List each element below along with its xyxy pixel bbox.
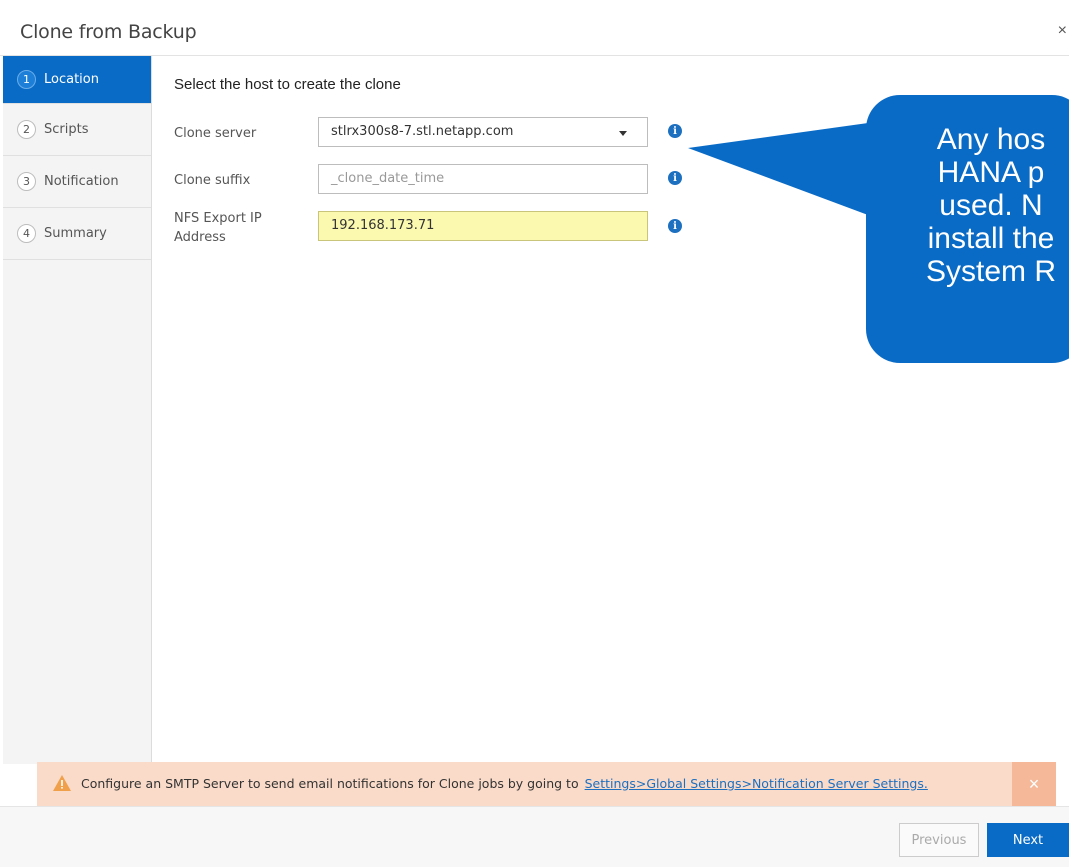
warning-text: Configure an SMTP Server to send email n… — [81, 776, 579, 791]
callout-text: Any hos HANA p used. N install the Syste… — [925, 123, 1057, 288]
step-notification[interactable]: 3 Notification — [3, 156, 151, 208]
callout-bubble: Any hos HANA p used. N install the Syste… — [866, 95, 1069, 363]
smtp-warning-banner: Configure an SMTP Server to send email n… — [37, 762, 1056, 806]
step-number: 2 — [17, 120, 36, 139]
clone-server-select[interactable]: stlrx300s8-7.stl.netapp.com — [318, 117, 648, 147]
info-icon[interactable]: i — [668, 219, 682, 233]
step-scripts[interactable]: 2 Scripts — [3, 104, 151, 156]
warning-message: Configure an SMTP Server to send email n… — [81, 776, 928, 791]
clone-suffix-label: Clone suffix — [174, 173, 251, 188]
step-label: Summary — [44, 226, 107, 241]
previous-button[interactable]: Previous — [899, 823, 979, 857]
callout-pointer — [688, 123, 868, 215]
step-label: Scripts — [44, 122, 89, 137]
clone-dialog: Clone from Backup × 1 Location 2 Scripts… — [0, 0, 1069, 867]
notification-settings-link[interactable]: Settings>Global Settings>Notification Se… — [585, 776, 928, 791]
clone-suffix-input[interactable]: _clone_date_time — [318, 164, 648, 194]
dialog-title: Clone from Backup — [20, 21, 197, 43]
nfs-export-label: NFS Export IP Address — [174, 211, 262, 245]
step-number: 4 — [17, 224, 36, 243]
step-location[interactable]: 1 Location — [3, 56, 151, 104]
clone-server-value: stlrx300s8-7.stl.netapp.com — [331, 124, 514, 139]
nfs-export-ip-input[interactable]: 192.168.173.71 — [318, 211, 648, 241]
info-icon[interactable]: i — [668, 171, 682, 185]
step-label: Location — [44, 72, 99, 87]
step-label: Notification — [44, 174, 119, 189]
step-number: 1 — [17, 70, 36, 89]
dialog-title-bar: Clone from Backup × — [0, 10, 1069, 56]
close-icon[interactable]: × — [1058, 22, 1067, 40]
warning-icon — [53, 775, 71, 791]
step-number: 3 — [17, 172, 36, 191]
step-summary[interactable]: 4 Summary — [3, 208, 151, 260]
section-heading: Select the host to create the clone — [174, 76, 401, 93]
warning-close-icon[interactable]: × — [1012, 762, 1056, 806]
info-icon[interactable]: i — [668, 124, 682, 138]
chevron-down-icon — [619, 131, 627, 136]
wizard-steps: 1 Location 2 Scripts 3 Notification 4 Su… — [3, 56, 152, 764]
dialog-footer: Previous Next — [0, 806, 1069, 867]
clone-server-label: Clone server — [174, 126, 257, 141]
next-button[interactable]: Next — [987, 823, 1069, 857]
